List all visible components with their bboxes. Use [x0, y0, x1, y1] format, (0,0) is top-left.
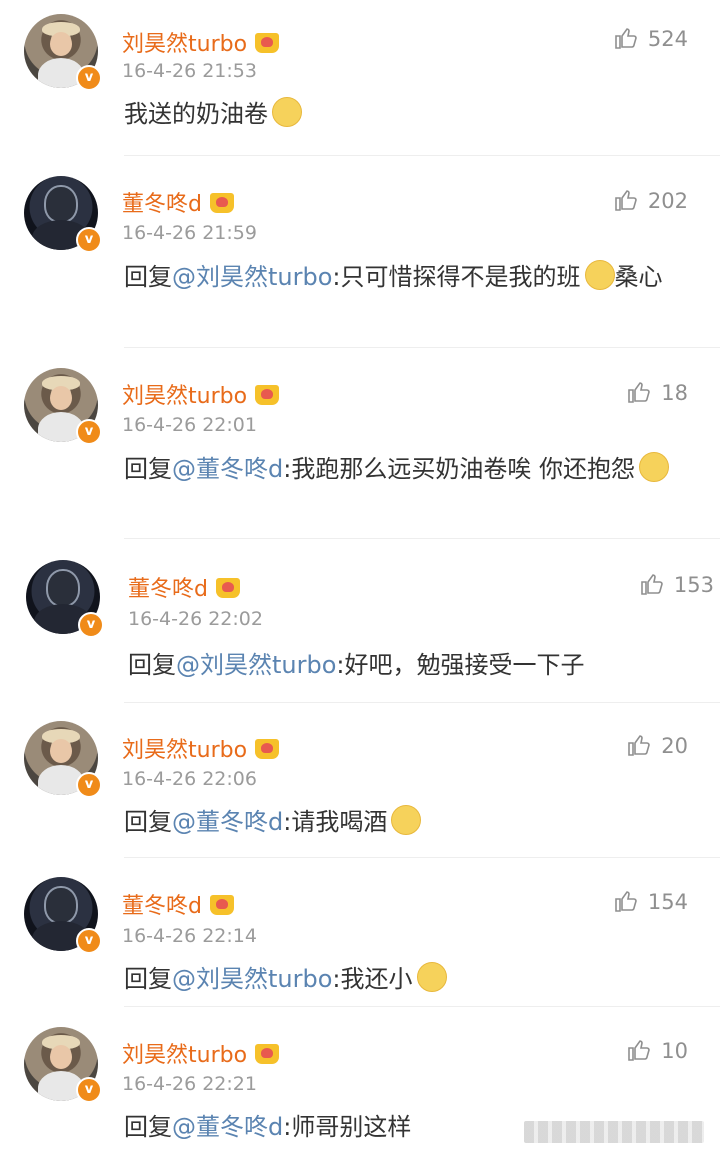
timestamp: 16-4-26 22:02: [128, 608, 263, 630]
crown-badge-icon: [255, 385, 280, 405]
username[interactable]: 刘昊然turbo: [122, 26, 280, 58]
verified-badge-icon: v: [76, 928, 102, 954]
username-text: 刘昊然turbo: [122, 32, 248, 57]
comment-text: 我送的奶油卷: [124, 95, 684, 133]
like-button[interactable]: 20: [627, 733, 688, 758]
username[interactable]: 董冬咚d: [122, 888, 234, 920]
verified-badge-icon: v: [76, 227, 102, 253]
doge-emoji-icon: [391, 805, 422, 835]
crown-badge-icon: [215, 578, 240, 598]
crown-badge-icon: [209, 895, 234, 915]
username-text: 董冬咚d: [128, 577, 208, 602]
crown-badge-icon: [255, 33, 280, 53]
comment-text: 回复@董冬咚d:请我喝酒: [124, 803, 684, 841]
comment-text: 回复@刘昊然turbo:好吧，勉强接受一下子: [128, 651, 585, 679]
comment-text: 回复@刘昊然turbo:只可惜探得不是我的班 桑心: [124, 258, 684, 296]
divider: [124, 155, 720, 156]
smirk-emoji-icon: [638, 452, 669, 482]
crown-badge-icon: [255, 1044, 280, 1064]
thumbs-up-icon: [641, 574, 663, 595]
thumbs-up-icon: [628, 382, 651, 403]
thumbs-up-icon: [615, 891, 637, 912]
divider: [124, 538, 720, 539]
crown-badge-icon: [209, 193, 234, 213]
watermark: [524, 1121, 704, 1143]
mention-link[interactable]: @董冬咚d: [172, 455, 283, 483]
like-button[interactable]: 153: [640, 572, 714, 597]
divider: [124, 857, 720, 858]
divider: [124, 1006, 720, 1007]
username-text: 刘昊然turbo: [122, 384, 248, 409]
like-button[interactable]: 18: [627, 380, 688, 405]
comment-text: 回复@董冬咚d:我跑那么远买奶油卷唉 你还抱怨: [124, 450, 684, 488]
mention-link[interactable]: @董冬咚d: [172, 808, 283, 836]
sad-emoji-icon: [584, 260, 615, 290]
verified-badge-icon: v: [76, 65, 102, 91]
like-button[interactable]: 202: [614, 188, 688, 213]
username-text: 董冬咚d: [122, 192, 202, 217]
mention-link[interactable]: @刘昊然turbo: [172, 263, 332, 291]
verified-badge-icon: v: [78, 612, 104, 638]
username[interactable]: 刘昊然turbo: [122, 378, 280, 410]
timestamp: 16-4-26 22:01: [122, 414, 257, 436]
username-text: 刘昊然turbo: [122, 738, 248, 763]
timestamp: 16-4-26 22:21: [122, 1073, 257, 1095]
thumbs-up-icon: [628, 1040, 651, 1061]
thumbs-up-icon: [615, 28, 637, 49]
crown-badge-icon: [255, 739, 280, 759]
username[interactable]: 刘昊然turbo: [122, 1037, 280, 1069]
divider: [124, 347, 720, 348]
smirk-emoji-icon: [272, 97, 302, 127]
mention-link[interactable]: @董冬咚d: [172, 1113, 283, 1141]
verified-badge-icon: v: [76, 772, 102, 798]
username-text: 董冬咚d: [122, 894, 202, 919]
like-button[interactable]: 10: [627, 1038, 688, 1063]
username[interactable]: 刘昊然turbo: [122, 732, 280, 764]
username[interactable]: 董冬咚d: [128, 571, 240, 603]
comment-text: 回复@刘昊然turbo:我还小: [124, 960, 684, 998]
timestamp: 16-4-26 22:14: [122, 925, 257, 947]
mention-link[interactable]: @刘昊然turbo: [176, 651, 336, 679]
username[interactable]: 董冬咚d: [122, 186, 234, 218]
timestamp: 16-4-26 21:53: [122, 60, 257, 82]
like-button[interactable]: 524: [614, 26, 688, 51]
shy-emoji-icon: [416, 962, 447, 992]
mention-link[interactable]: @刘昊然turbo: [172, 965, 332, 993]
timestamp: 16-4-26 21:59: [122, 222, 257, 244]
username-text: 刘昊然turbo: [122, 1043, 248, 1068]
verified-badge-icon: v: [76, 419, 102, 445]
timestamp: 16-4-26 22:06: [122, 768, 257, 790]
thumbs-up-icon: [628, 735, 651, 756]
like-button[interactable]: 154: [614, 889, 688, 914]
verified-badge-icon: v: [76, 1077, 102, 1103]
thumbs-up-icon: [615, 190, 637, 211]
divider: [124, 702, 720, 703]
